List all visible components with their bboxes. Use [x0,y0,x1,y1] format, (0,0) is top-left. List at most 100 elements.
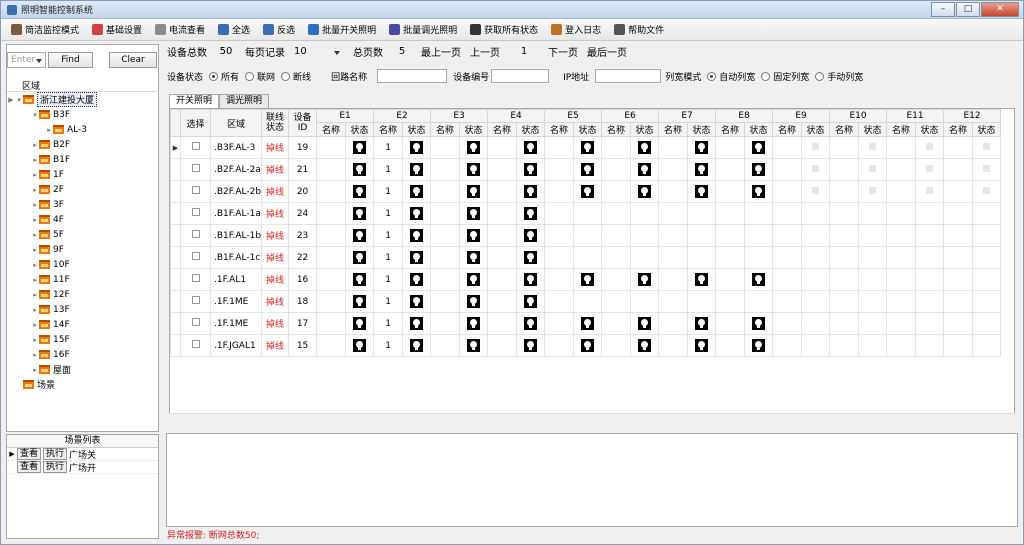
first-page-link[interactable]: 最上一页 [421,44,461,59]
state-cell[interactable] [345,268,375,291]
toolbar-button-8[interactable]: 登入日志 [551,23,601,36]
last-page-link[interactable]: 最后一页 [587,44,627,59]
state-cell[interactable] [402,312,432,335]
tree-item[interactable]: ▸ 2F [7,182,157,197]
tree-item[interactable]: ▸ 15F [7,332,157,347]
row-checkbox[interactable] [191,208,200,216]
close-button[interactable]: ✕ [981,2,1019,17]
expand-icon[interactable]: ▸ [31,216,39,224]
expand-icon[interactable]: ▸ [31,171,39,179]
view-button[interactable]: 查看 [17,461,42,473]
table-row[interactable]: .1F.1ME 掉线 17 1 [170,312,1002,335]
expand-icon[interactable]: ▸ [31,321,39,329]
tree-item[interactable]: ▸ 9F [7,242,157,257]
state-cell[interactable] [687,312,717,335]
state-cell[interactable] [687,136,717,159]
splitter[interactable] [160,44,165,539]
view-button[interactable]: 查看 [17,448,42,460]
row-checkbox[interactable] [191,142,200,150]
expand-icon[interactable]: ▸ [31,141,39,149]
state-cell[interactable] [687,180,717,203]
tab-switch-lighting[interactable]: 开关照明 [169,94,220,109]
toolbar-button-0[interactable]: 简洁监控模式 [11,23,79,36]
toolbar-button-1[interactable]: 基础设置 [92,23,142,36]
table-row[interactable]: .1F.JGAL1 掉线 15 1 [170,334,1002,357]
tree-item[interactable]: ▸ B2F [7,137,157,152]
state-cell[interactable] [459,268,489,291]
state-cell[interactable] [744,312,774,335]
tree-item[interactable]: ▸ 5F [7,227,157,242]
state-cell[interactable] [459,246,489,269]
tree-item[interactable]: ▸ 3F [7,197,157,212]
state-cell[interactable] [573,158,603,181]
tree-item[interactable]: ▸ 10F [7,257,157,272]
tree-item[interactable]: ▸ 4F [7,212,157,227]
expand-icon[interactable]: ▾ [31,111,39,119]
toolbar-button-3[interactable]: 全选 [218,23,250,36]
maximize-button[interactable]: □ [956,2,980,17]
state-cell[interactable] [516,136,546,159]
table-row[interactable]: .B1F.AL-1a 掉线 24 1 [170,202,1002,225]
toolbar-button-5[interactable]: 批量开关照明 [308,23,376,36]
state-cell[interactable] [744,136,774,159]
state-cell[interactable] [516,246,546,269]
state-cell[interactable] [459,334,489,357]
expand-icon[interactable]: ▸ [31,291,39,299]
expand-icon[interactable]: ▸ [31,306,39,314]
state-cell[interactable] [345,312,375,335]
radio-offline[interactable] [281,71,291,81]
state-cell[interactable] [573,334,603,357]
toolbar-button-9[interactable]: 帮助文件 [614,23,664,36]
state-cell[interactable] [345,158,375,181]
state-cell[interactable] [516,180,546,203]
table-row[interactable]: .1F.1ME 掉线 18 1 [170,290,1002,313]
state-cell[interactable] [687,158,717,181]
state-cell[interactable] [516,268,546,291]
toolbar-button-4[interactable]: 反选 [263,23,295,36]
row-checkbox[interactable] [191,274,200,282]
state-cell[interactable] [630,312,660,335]
row-checkbox[interactable] [191,186,200,194]
state-cell[interactable] [402,158,432,181]
state-cell[interactable] [516,158,546,181]
state-cell[interactable] [630,334,660,357]
device-input[interactable] [491,69,550,83]
table-row[interactable]: ▶ .B3F.AL-3 掉线 19 1 [170,136,1002,159]
expand-icon[interactable]: ▸ [31,156,39,164]
state-cell[interactable] [687,334,717,357]
state-cell[interactable] [459,290,489,313]
state-cell[interactable] [516,224,546,247]
state-cell[interactable] [402,246,432,269]
state-cell[interactable] [459,312,489,335]
table-row[interactable]: .B2F.AL-2b 掉线 20 1 [170,180,1002,203]
radio-auto-width[interactable] [707,71,717,81]
search-combo[interactable]: Enter [7,52,46,68]
state-cell[interactable] [630,136,660,159]
state-cell[interactable] [459,180,489,203]
table-row[interactable]: .1F.AL1 掉线 16 1 [170,268,1002,291]
clear-button[interactable]: Clear [109,52,157,68]
horizontal-scrollbar[interactable] [169,413,1015,423]
state-cell[interactable] [345,334,375,357]
row-checkbox[interactable] [191,252,200,260]
tree-item[interactable]: ▸ 16F [7,347,157,362]
tree-item[interactable]: ▸ 14F [7,317,157,332]
tree-item[interactable]: ▸ 屋面 [7,362,157,377]
state-cell[interactable] [630,180,660,203]
state-cell[interactable] [744,268,774,291]
radio-fixed-width[interactable] [761,71,771,81]
exec-button[interactable]: 执行 [43,461,68,473]
state-cell[interactable] [459,224,489,247]
expand-icon[interactable]: ▸ [31,231,39,239]
state-cell[interactable] [744,158,774,181]
state-cell[interactable] [345,290,375,313]
tab-dimming-lighting[interactable]: 调光照明 [219,94,270,108]
ip-input[interactable] [595,69,662,83]
table-row[interactable]: .B1F.AL-1c 掉线 22 1 [170,246,1002,269]
radio-all[interactable] [209,71,219,81]
tree-item[interactable]: ▸ 13F [7,302,157,317]
table-row[interactable]: .B1F.AL-1b 掉线 23 1 [170,224,1002,247]
state-cell[interactable] [345,180,375,203]
state-cell[interactable] [402,334,432,357]
circuit-input[interactable] [377,69,448,83]
